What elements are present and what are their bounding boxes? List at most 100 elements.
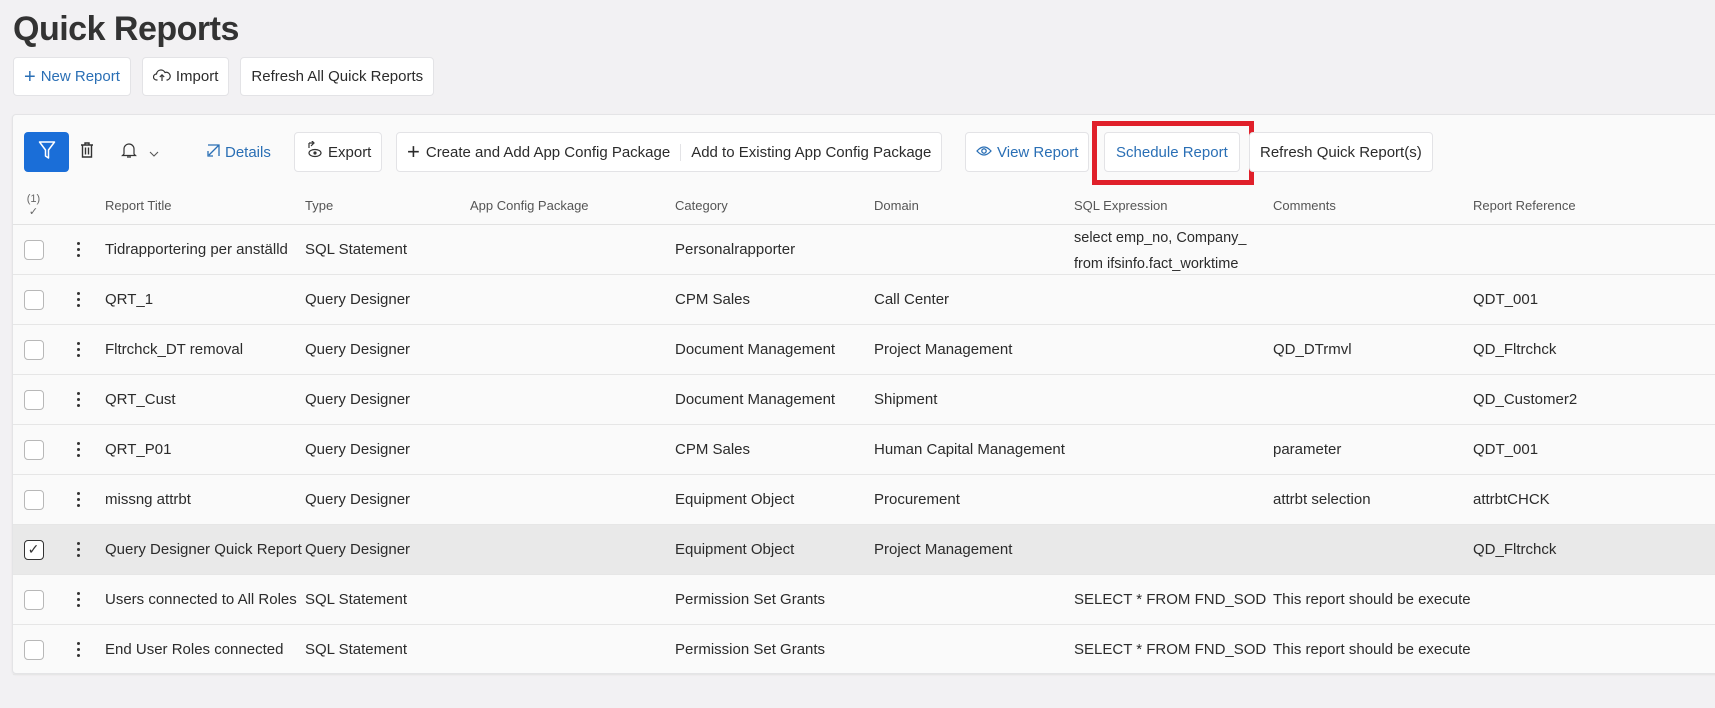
row-checkbox[interactable] [23,289,44,310]
refresh-quick-reports-button[interactable]: Refresh Quick Report(s) [1249,132,1433,172]
cell-category: CPM Sales [675,291,751,308]
row-menu-cell [58,340,103,360]
cell-report-title[interactable]: End User Roles connected [103,641,303,658]
column-header-report-title[interactable]: Report Title [103,198,303,213]
cell-report-reference: QDT_001 [1473,291,1539,308]
row-checkbox-cell [13,289,58,310]
cell-sql-expression: SELECT * FROM FND_SOD [1074,591,1267,608]
row-checkbox[interactable] [23,339,44,360]
add-existing-package-button[interactable]: Add to Existing App Config Package [680,143,941,161]
cell-domain: Project Management [874,541,1013,558]
table-row[interactable]: End User Roles connected SQL Statement Per… [13,625,1715,675]
row-checkbox[interactable] [23,239,44,260]
export-button[interactable]: Export [294,132,383,172]
more-options-icon[interactable] [74,490,84,510]
row-checkbox[interactable] [23,489,44,510]
cell-category: Equipment Object [675,541,795,558]
column-header-app-config-package[interactable]: App Config Package [470,198,673,213]
row-menu-cell [58,440,103,460]
column-header-category[interactable]: Category [673,198,872,213]
create-add-package-button[interactable]: + Create and Add App Config Package [397,141,680,163]
delete-button[interactable] [79,132,95,172]
refresh-all-label: Refresh All Quick Reports [251,68,424,85]
import-label: Import [175,68,219,85]
row-checkbox[interactable] [23,639,44,660]
row-checkbox[interactable] [23,439,44,460]
table-row[interactable]: QRT_P01 Query Designer CPM Sales Human Capi… [13,425,1715,475]
cell-report-title[interactable]: QRT_Cust [103,391,303,408]
plus-icon: + [407,139,420,164]
view-report-button[interactable]: View Report [965,132,1090,172]
column-header-domain[interactable]: Domain [872,198,1072,213]
table-row[interactable]: QRT_1 Query Designer CPM Sales Call Center Q… [13,275,1715,325]
table-row[interactable]: Users connected to All Roles SQL Statemen… [13,575,1715,625]
select-all-header[interactable]: (1) ✓ [13,193,58,219]
table-row[interactable]: Tidrapportering per anställd SQL Statemen… [13,225,1715,275]
view-report-label: View Report [997,143,1079,161]
add-existing-package-label: Add to Existing App Config Package [691,143,932,161]
column-header-sql-expression[interactable]: SQL Expression [1072,198,1271,213]
cell-domain: Project Management [874,341,1013,358]
cloud-upload-icon [152,68,171,86]
more-options-icon[interactable] [74,590,84,610]
refresh-all-button[interactable]: Refresh All Quick Reports [240,57,435,96]
row-menu-cell [58,640,103,660]
row-checkbox[interactable] [23,389,44,410]
cell-report-title[interactable]: Fltrchck_DT removal [103,341,303,358]
more-options-icon[interactable] [74,240,84,260]
more-options-icon[interactable] [74,540,84,560]
new-report-button[interactable]: + New Report [13,57,131,96]
row-checkbox-cell [13,439,58,460]
cell-domain: Call Center [874,291,950,308]
refresh-quick-reports-label: Refresh Quick Report(s) [1260,143,1422,161]
eye-icon [976,144,992,161]
column-header-report-reference[interactable]: Report Reference [1471,198,1715,213]
highlight-box [1092,121,1254,185]
table-row[interactable]: missng attrbt Query Designer Equipment Obj… [13,475,1715,525]
sql-line-1: select emp_no, Company_ [1074,229,1247,246]
cell-domain: Procurement [874,491,960,508]
more-options-icon[interactable] [74,390,84,410]
cell-category: Permission Set Grants [675,591,826,608]
more-options-icon[interactable] [74,640,84,660]
export-icon [305,139,323,163]
more-options-icon[interactable] [74,290,84,310]
more-options-icon[interactable] [74,440,84,460]
cell-type: SQL Statement [305,241,407,258]
cell-domain: Shipment [874,391,938,408]
column-header-type[interactable]: Type [303,198,470,213]
row-checkbox[interactable] [23,589,44,610]
row-menu-cell [58,240,103,260]
create-add-package-label: Create and Add App Config Package [425,143,671,161]
column-header-comments[interactable]: Comments [1271,198,1471,213]
more-options-icon[interactable] [74,340,84,360]
import-button[interactable]: Import [141,57,230,96]
cell-report-title[interactable]: Users connected to All Roles [103,591,303,608]
cell-domain: Human Capital Management [874,441,1065,458]
export-label: Export [328,143,372,161]
cell-type: Query Designer [305,441,411,458]
row-checkbox-cell [13,589,58,610]
reports-table-panel: Details Export + Create and Add App Conf… [12,114,1715,675]
row-checkbox-cell [13,239,58,260]
cell-report-title[interactable]: QRT_1 [103,291,303,308]
cell-category: Document Management [675,341,836,358]
filter-button[interactable] [24,132,69,172]
cell-report-title[interactable]: QRT_P01 [103,441,303,458]
plus-icon: + [24,65,36,88]
chevron-down-icon [149,144,159,161]
row-menu-cell [58,590,103,610]
row-checkbox[interactable]: ✓ [23,539,44,560]
table-row[interactable]: Fltrchck_DT removal Query Designer Documen… [13,325,1715,375]
row-menu-cell [58,390,103,410]
details-button[interactable]: Details [206,132,271,172]
cell-report-title[interactable]: Tidrapportering per anställd [103,241,303,258]
table-row[interactable]: ✓ Query Designer Quick Report Query Design… [13,525,1715,575]
cell-type: Query Designer [305,491,411,508]
notifications-dropdown[interactable] [121,132,159,172]
table-row[interactable]: QRT_Cust Query Designer Document Managemen… [13,375,1715,425]
cell-type: Query Designer [305,341,411,358]
cell-report-title[interactable]: Query Designer Quick Report [103,541,303,558]
cell-type: SQL Statement [305,591,407,608]
cell-report-title[interactable]: missng attrbt [103,491,303,508]
